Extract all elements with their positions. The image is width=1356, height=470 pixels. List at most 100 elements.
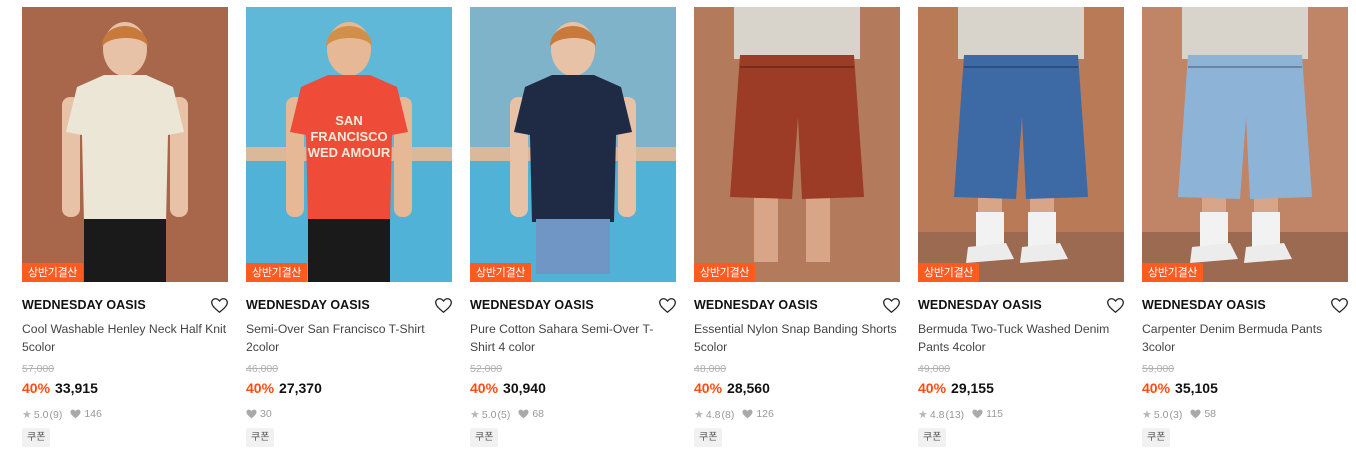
original-price: 52,000 xyxy=(470,363,503,375)
like-count-value: 68 xyxy=(532,408,545,420)
original-price: 57,000 xyxy=(22,363,55,375)
product-photo xyxy=(694,7,900,282)
rating: ★ 5.0(5) xyxy=(470,408,510,421)
brand-name[interactable]: WEDNESDAY OASIS xyxy=(1142,298,1266,312)
sale-price: 29,155 xyxy=(951,380,994,396)
like-count: 146 xyxy=(70,408,102,420)
coupon-tag[interactable]: 쿠폰 xyxy=(918,428,947,447)
original-price: 59,000 xyxy=(1142,363,1175,375)
svg-text:SAN: SAN xyxy=(335,113,362,128)
product-image[interactable]: 상반기결산 xyxy=(22,7,228,282)
discount-rate: 40% xyxy=(246,380,275,396)
review-count: (8) xyxy=(721,408,735,421)
like-count-value: 146 xyxy=(84,408,102,420)
product-image[interactable]: 상반기결산 xyxy=(470,7,676,282)
brand-name[interactable]: WEDNESDAY OASIS xyxy=(22,298,146,312)
star-icon: ★ xyxy=(1142,408,1152,421)
brand-name[interactable]: WEDNESDAY OASIS xyxy=(918,298,1042,312)
rating-value: 5.0 xyxy=(33,408,49,421)
sale-price: 33,915 xyxy=(55,380,98,396)
discount-rate: 40% xyxy=(22,380,51,396)
like-count-value: 58 xyxy=(1204,408,1217,420)
wishlist-heart-icon[interactable] xyxy=(658,296,676,314)
promo-badge: 상반기결산 xyxy=(470,263,532,282)
product-card[interactable]: 상반기결산 WEDNESDAY OASIS Carpenter Denim Be… xyxy=(1142,7,1348,447)
discount-rate: 40% xyxy=(918,380,947,396)
rating-value: 4.8 xyxy=(929,408,945,421)
product-photo xyxy=(22,7,228,282)
product-photo xyxy=(1142,7,1348,282)
coupon-tag[interactable]: 쿠폰 xyxy=(1142,428,1171,447)
product-card[interactable]: 상반기결산 WEDNESDAY OASIS Cool Washable Henl… xyxy=(22,7,228,447)
product-grid: 상반기결산 WEDNESDAY OASIS Cool Washable Henl… xyxy=(22,7,1348,447)
product-image[interactable]: 상반기결산 xyxy=(918,7,1124,282)
review-count: (13) xyxy=(945,408,965,421)
wishlist-heart-icon[interactable] xyxy=(1330,296,1348,314)
original-price: 46,000 xyxy=(246,363,279,375)
product-name[interactable]: Pure Cotton Sahara Semi-Over T-Shirt 4 c… xyxy=(470,320,676,356)
review-count: (3) xyxy=(1169,408,1183,421)
rating: ★ 5.0(9) xyxy=(22,408,62,421)
coupon-tag[interactable]: 쿠폰 xyxy=(246,428,275,447)
product-name[interactable]: Cool Washable Henley Neck Half Knit 5col… xyxy=(22,320,228,356)
product-image[interactable]: SAN FRANCISCO WED AMOUR 상반기결산 xyxy=(246,7,452,282)
heart-icon xyxy=(518,409,529,419)
brand-name[interactable]: WEDNESDAY OASIS xyxy=(470,298,594,312)
promo-badge: 상반기결산 xyxy=(1142,263,1204,282)
product-image[interactable]: 상반기결산 xyxy=(694,7,900,282)
promo-badge: 상반기결산 xyxy=(918,263,980,282)
coupon-tag[interactable]: 쿠폰 xyxy=(470,428,499,447)
like-count: 115 xyxy=(972,408,1003,420)
review-count: (9) xyxy=(49,408,63,421)
heart-icon xyxy=(972,409,983,419)
star-icon: ★ xyxy=(694,408,704,421)
product-photo: SANFRANCISCOWED AMOUR xyxy=(246,7,452,282)
promo-badge: 상반기결산 xyxy=(246,263,308,282)
product-name[interactable]: Essential Nylon Snap Banding Shorts 5col… xyxy=(694,320,900,356)
rating-value: 5.0 xyxy=(481,408,497,421)
discount-rate: 40% xyxy=(694,380,723,396)
promo-badge: 상반기결산 xyxy=(22,263,84,282)
product-meta: ★ 4.8(13) 115 xyxy=(918,407,1124,421)
like-count: 68 xyxy=(518,408,544,420)
rating-value: 4.8 xyxy=(705,408,721,421)
brand-name[interactable]: WEDNESDAY OASIS xyxy=(246,298,370,312)
svg-text:WED AMOUR: WED AMOUR xyxy=(308,145,391,160)
product-card[interactable]: 상반기결산 WEDNESDAY OASIS Bermuda Two-Tuck W… xyxy=(918,7,1124,447)
like-count: 58 xyxy=(1190,408,1216,420)
heart-icon xyxy=(1190,409,1201,419)
wishlist-heart-icon[interactable] xyxy=(434,296,452,314)
svg-text:FRANCISCO: FRANCISCO xyxy=(310,129,387,144)
rating: ★ 4.8(13) xyxy=(918,408,964,421)
product-photo xyxy=(918,7,1124,282)
wishlist-heart-icon[interactable] xyxy=(210,296,228,314)
like-count-value: 30 xyxy=(260,408,272,420)
discount-rate: 40% xyxy=(470,380,499,396)
like-count: 126 xyxy=(742,408,774,420)
heart-icon xyxy=(742,409,753,419)
product-card[interactable]: SAN FRANCISCO WED AMOUR 상반기결산 WEDNESDAY OA… xyxy=(246,7,452,447)
review-count: (5) xyxy=(497,408,511,421)
product-name[interactable]: Semi-Over San Francisco T-Shirt 2color xyxy=(246,320,452,356)
product-image[interactable]: 상반기결산 xyxy=(1142,7,1348,282)
product-photo xyxy=(470,7,676,282)
product-name[interactable]: Bermuda Two-Tuck Washed Denim Pants 4col… xyxy=(918,320,1124,356)
brand-name[interactable]: WEDNESDAY OASIS xyxy=(694,298,818,312)
heart-icon xyxy=(70,409,81,419)
product-name[interactable]: Carpenter Denim Bermuda Pants 3color xyxy=(1142,320,1348,356)
wishlist-heart-icon[interactable] xyxy=(1106,296,1124,314)
wishlist-heart-icon[interactable] xyxy=(882,296,900,314)
product-card[interactable]: 상반기결산 WEDNESDAY OASIS Essential Nylon Sn… xyxy=(694,7,900,447)
product-meta: ★ 30 xyxy=(246,407,452,421)
product-card[interactable]: 상반기결산 WEDNESDAY OASIS Pure Cotton Sahara… xyxy=(470,7,676,447)
heart-icon xyxy=(246,409,257,419)
coupon-tag[interactable]: 쿠폰 xyxy=(694,428,723,447)
rating: ★ 4.8(8) xyxy=(694,408,734,421)
coupon-tag[interactable]: 쿠폰 xyxy=(22,428,51,447)
rating-value: 5.0 xyxy=(1153,408,1169,421)
sale-price: 28,560 xyxy=(727,380,770,396)
original-price: 49,000 xyxy=(918,363,951,375)
original-price: 48,000 xyxy=(694,363,727,375)
discount-rate: 40% xyxy=(1142,380,1171,396)
star-icon: ★ xyxy=(22,408,32,421)
